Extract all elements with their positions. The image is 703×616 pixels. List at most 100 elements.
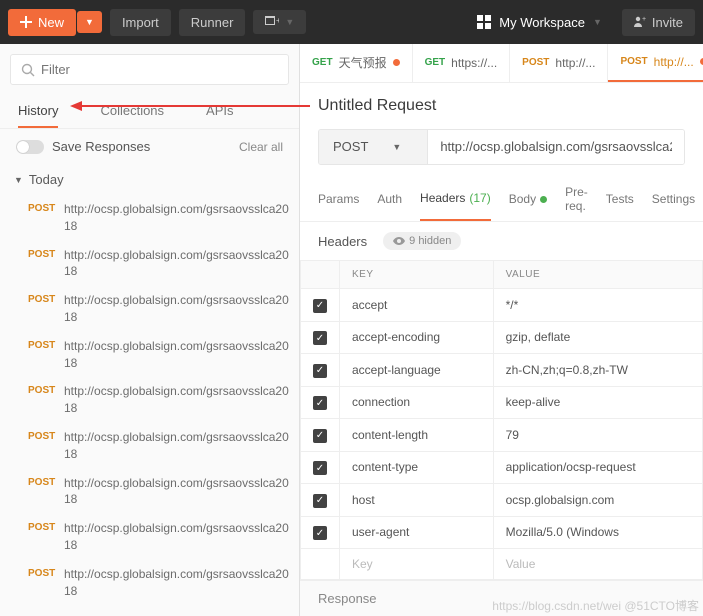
header-key[interactable]: host xyxy=(340,484,494,517)
history-url: http://ocsp.globalsign.com/gsrsaovsslca2… xyxy=(64,383,289,417)
history-list: POSThttp://ocsp.globalsign.com/gsrsaovss… xyxy=(0,195,299,616)
header-value[interactable]: application/ocsp-request xyxy=(493,451,702,484)
history-item[interactable]: POSThttp://ocsp.globalsign.com/gsrsaovss… xyxy=(0,514,299,560)
table-row[interactable]: ✓ content-length79 xyxy=(301,419,703,452)
header-value[interactable]: zh-CN,zh;q=0.8,zh-TW xyxy=(493,354,702,387)
header-value[interactable]: */* xyxy=(493,289,702,322)
header-key[interactable]: user-agent xyxy=(340,516,494,549)
history-item[interactable]: POSThttp://ocsp.globalsign.com/gsrsaovss… xyxy=(0,469,299,515)
checkbox-icon[interactable]: ✓ xyxy=(313,364,327,378)
checkbox-icon[interactable]: ✓ xyxy=(313,331,327,345)
new-button[interactable]: New xyxy=(8,9,76,36)
checkbox-icon[interactable]: ✓ xyxy=(313,429,327,443)
history-url: http://ocsp.globalsign.com/gsrsaovsslca2… xyxy=(64,338,289,372)
tab-collections[interactable]: Collections xyxy=(100,95,164,128)
header-value[interactable]: Mozilla/5.0 (Windows xyxy=(493,516,702,549)
request-tab[interactable]: GEThttps://... xyxy=(413,44,511,82)
tab-body[interactable]: Body xyxy=(509,177,547,221)
history-method: POST xyxy=(28,475,64,488)
hidden-headers-badge[interactable]: 9 hidden xyxy=(383,232,461,250)
header-key[interactable]: accept-language xyxy=(340,354,494,387)
tab-params[interactable]: Params xyxy=(318,177,359,221)
history-url: http://ocsp.globalsign.com/gsrsaovsslca2… xyxy=(64,247,289,281)
sidebar-tabs: History Collections APIs xyxy=(0,95,299,129)
history-method: POST xyxy=(28,566,64,579)
tab-settings[interactable]: Settings xyxy=(652,177,695,221)
window-plus-icon: + xyxy=(265,16,279,28)
request-section-tabs: Params Auth Headers (17) Body Pre-req. T… xyxy=(300,177,703,222)
person-plus-icon: + xyxy=(634,16,646,28)
tab-headers[interactable]: Headers (17) xyxy=(420,177,491,221)
filter-input[interactable] xyxy=(41,62,278,77)
header-key[interactable]: content-type xyxy=(340,451,494,484)
tab-history[interactable]: History xyxy=(18,95,58,128)
value-placeholder[interactable]: Value xyxy=(493,549,702,580)
clear-all-button[interactable]: Clear all xyxy=(239,140,283,154)
history-url: http://ocsp.globalsign.com/gsrsaovsslca2… xyxy=(64,566,289,600)
table-row[interactable]: ✓ accept*/* xyxy=(301,289,703,322)
workspace-selector[interactable]: My Workspace ▼ xyxy=(477,15,602,30)
header-key[interactable]: accept xyxy=(340,289,494,322)
history-method: POST xyxy=(28,201,64,214)
checkbox-icon[interactable]: ✓ xyxy=(313,494,327,508)
history-item[interactable]: POSThttp://ocsp.globalsign.com/gsrsaovss… xyxy=(0,332,299,378)
table-row[interactable]: ✓ content-typeapplication/ocsp-request xyxy=(301,451,703,484)
history-method: POST xyxy=(28,292,64,305)
request-tabs: GET天气预报GEThttps://...POSThttp://...POSTh… xyxy=(300,44,703,83)
history-item[interactable]: POSThttp://ocsp.globalsign.com/gsrsaovss… xyxy=(0,560,299,606)
table-row[interactable]: ✓ accept-languagezh-CN,zh;q=0.8,zh-TW xyxy=(301,354,703,387)
header-value[interactable]: gzip, deflate xyxy=(493,321,702,354)
history-method: POST xyxy=(28,338,64,351)
new-window-button[interactable]: + ▼ xyxy=(253,10,306,34)
checkbox-icon[interactable]: ✓ xyxy=(313,299,327,313)
request-tab[interactable]: POSThttp://... xyxy=(608,44,703,82)
history-group-today[interactable]: ▼ Today xyxy=(0,164,299,195)
filter-input-wrap[interactable] xyxy=(10,54,289,85)
history-url: http://ocsp.globalsign.com/gsrsaovsslca2… xyxy=(64,429,289,463)
tab-tests[interactable]: Tests xyxy=(606,177,634,221)
headers-table: KEY VALUE ✓accept*/*✓accept-encodinggzip… xyxy=(300,260,703,580)
header-value[interactable]: keep-alive xyxy=(493,386,702,419)
header-value[interactable]: ocsp.globalsign.com xyxy=(493,484,702,517)
header-key[interactable]: content-length xyxy=(340,419,494,452)
history-method: POST xyxy=(28,429,64,442)
grid-icon xyxy=(477,15,491,29)
save-responses-toggle[interactable] xyxy=(16,140,44,154)
save-responses-label: Save Responses xyxy=(52,139,150,154)
request-tab[interactable]: POSThttp://... xyxy=(510,44,608,82)
history-url: http://ocsp.globalsign.com/gsrsaovsslca2… xyxy=(64,292,289,326)
header-key[interactable]: accept-encoding xyxy=(340,321,494,354)
url-input[interactable] xyxy=(428,130,684,164)
request-title[interactable]: Untitled Request xyxy=(300,83,703,129)
tab-prereq[interactable]: Pre-req. xyxy=(565,177,588,221)
plus-icon xyxy=(20,16,32,28)
tab-apis[interactable]: APIs xyxy=(206,95,233,128)
history-item[interactable]: POSThttp://ocsp.globalsign.com/gsrsaovss… xyxy=(0,377,299,423)
svg-text:+: + xyxy=(642,16,646,23)
header-key[interactable]: connection xyxy=(340,386,494,419)
svg-text:+: + xyxy=(276,16,279,25)
table-row[interactable]: ✓ hostocsp.globalsign.com xyxy=(301,484,703,517)
key-placeholder[interactable]: Key xyxy=(340,549,494,580)
workspace-label: My Workspace xyxy=(499,15,585,30)
table-row[interactable]: ✓ accept-encodinggzip, deflate xyxy=(301,321,703,354)
checkbox-icon[interactable]: ✓ xyxy=(313,461,327,475)
history-item[interactable]: POSThttp://ocsp.globalsign.com/gsrsaovss… xyxy=(0,241,299,287)
import-button[interactable]: Import xyxy=(110,9,171,36)
history-item[interactable]: POSThttp://ocsp.globalsign.com/gsrsaovss… xyxy=(0,286,299,332)
header-value[interactable]: 79 xyxy=(493,419,702,452)
runner-button[interactable]: Runner xyxy=(179,9,246,36)
invite-button[interactable]: + Invite xyxy=(622,9,695,36)
table-row-new[interactable]: KeyValue xyxy=(301,549,703,580)
tab-auth[interactable]: Auth xyxy=(377,177,402,221)
history-method: POST xyxy=(28,383,64,396)
request-tab[interactable]: GET天气预报 xyxy=(300,44,413,82)
checkbox-icon[interactable]: ✓ xyxy=(313,526,327,540)
table-row[interactable]: ✓ user-agentMozilla/5.0 (Windows xyxy=(301,516,703,549)
history-item[interactable]: POSThttp://ocsp.globalsign.com/gsrsaovss… xyxy=(0,423,299,469)
table-row[interactable]: ✓ connectionkeep-alive xyxy=(301,386,703,419)
method-select[interactable]: POST▼ xyxy=(319,130,428,164)
new-dropdown-button[interactable]: ▼ xyxy=(77,11,102,33)
history-item[interactable]: POSThttp://ocsp.globalsign.com/gsrsaovss… xyxy=(0,195,299,241)
checkbox-icon[interactable]: ✓ xyxy=(313,396,327,410)
